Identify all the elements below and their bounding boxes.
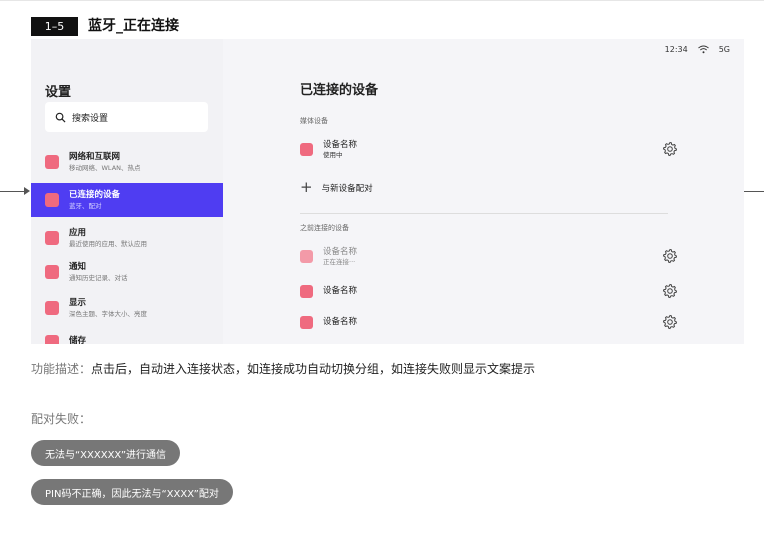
connector-line-right <box>743 191 764 192</box>
plus-icon: + <box>300 178 313 196</box>
gear-icon[interactable] <box>662 248 678 264</box>
apps-icon <box>45 231 59 245</box>
notifications-icon <box>45 265 59 279</box>
sidebar-item-label: 网络和互联网 <box>69 152 121 162</box>
device-name: 设备名称 <box>323 286 358 296</box>
status-network: 5G <box>718 45 730 54</box>
sidebar-item-label: 应用 <box>69 228 87 238</box>
feature-description: 功能描述：点击后，自动进入连接状态，如连接成功自动切换分组，如连接失败则显示文案… <box>31 360 535 377</box>
media-device-row[interactable]: 设备名称 使用中 <box>300 137 678 161</box>
gear-icon[interactable] <box>662 283 678 299</box>
gear-icon[interactable] <box>662 314 678 330</box>
pair-new-device-label: 与新设备配对 <box>321 183 373 194</box>
device-name: 设备名称 <box>323 317 358 327</box>
device-status: 使用中 <box>323 150 343 159</box>
previous-devices-label: 之前连接的设备 <box>300 224 349 232</box>
connector-arrow-icon <box>24 187 30 195</box>
sidebar-item-sub: 通知历史记录、对话 <box>69 274 128 282</box>
previous-device-row[interactable]: 设备名称 <box>300 279 678 303</box>
devices-icon <box>45 193 59 207</box>
wifi-icon <box>697 45 709 54</box>
sidebar-item-label: 显示 <box>69 298 87 308</box>
sidebar-item-connected-devices[interactable]: 已连接的设备 蓝牙、配对 <box>31 183 223 217</box>
description-text: 点击后，自动进入连接状态，如连接成功自动切换分组，如连接失败则显示文案提示 <box>91 362 536 376</box>
storage-icon <box>45 335 59 344</box>
tablet-screen: 设置 搜索设置 网络和互联网 移动网络、WLAN、热点 已连接的设备 蓝牙、配对 应… <box>31 39 744 344</box>
toast-message: 无法与“XXXXXX”进行通信 <box>31 440 181 466</box>
sidebar-item-sub: 深色主题、字体大小、亮度 <box>69 310 147 318</box>
device-name: 设备名称 <box>323 246 358 257</box>
page-title: 已连接的设备 <box>300 83 379 98</box>
toast-message: PIN码不正确，因此无法与“XXXX”配对 <box>31 479 233 505</box>
sidebar-item-sub: 蓝牙、配对 <box>69 202 102 210</box>
sidebar-item-label: 储存 <box>69 336 87 344</box>
connected-devices-panel: 12:34 5G 已连接的设备 媒体设备 设备名称 使用中 + 与新设备配对 之前… <box>223 39 744 344</box>
previous-device-row[interactable]: 设备名称 <box>300 310 678 334</box>
sidebar-item-display[interactable]: 显示深色主题、字体大小、亮度 <box>31 291 223 325</box>
search-icon <box>55 112 66 123</box>
sidebar-item-storage[interactable]: 储存 <box>31 325 223 344</box>
sidebar-title: 设置 <box>45 85 72 100</box>
previous-device-row-connecting[interactable]: 设备名称 正在连接··· <box>300 244 678 268</box>
step-badge: 1–5 <box>31 17 78 36</box>
pair-new-device-button[interactable]: + 与新设备配对 <box>300 180 373 195</box>
step-title: 蓝牙_正在连接 <box>88 18 179 34</box>
device-name: 设备名称 <box>323 139 358 150</box>
network-icon <box>45 155 59 169</box>
sidebar-item-label: 通知 <box>69 262 87 272</box>
sidebar-item-network[interactable]: 网络和互联网移动网络、WLAN、热点 <box>31 145 223 179</box>
sidebar-item-sub: 移动网络、WLAN、热点 <box>69 164 141 172</box>
search-input[interactable]: 搜索设置 <box>45 102 208 132</box>
device-icon <box>300 315 313 329</box>
status-time: 12:34 <box>664 45 688 54</box>
device-icon <box>300 284 313 298</box>
top-divider <box>0 0 764 1</box>
sidebar-item-notifications[interactable]: 通知通知历史记录、对话 <box>31 255 223 289</box>
sidebar-item-label: 已连接的设备 <box>69 190 121 200</box>
settings-sidebar: 设置 搜索设置 网络和互联网移动网络、WLAN、热点 已连接的设备 蓝牙、配对 应… <box>31 39 223 344</box>
connector-line-left <box>0 191 25 192</box>
status-bar: 12:34 5G <box>665 45 730 54</box>
device-icon <box>300 142 313 156</box>
device-status: 正在连接··· <box>323 257 356 266</box>
device-icon <box>300 249 313 263</box>
sidebar-item-apps[interactable]: 应用最近使用的应用、默认应用 <box>31 221 223 255</box>
description-label: 功能描述： <box>31 362 92 376</box>
gear-icon[interactable] <box>662 141 678 157</box>
section-divider <box>300 213 668 214</box>
pairing-failure-label: 配对失败： <box>31 412 92 426</box>
sidebar-item-sub: 最近使用的应用、默认应用 <box>69 240 147 248</box>
display-icon <box>45 301 59 315</box>
search-placeholder: 搜索设置 <box>72 113 109 124</box>
media-devices-label: 媒体设备 <box>300 117 328 125</box>
